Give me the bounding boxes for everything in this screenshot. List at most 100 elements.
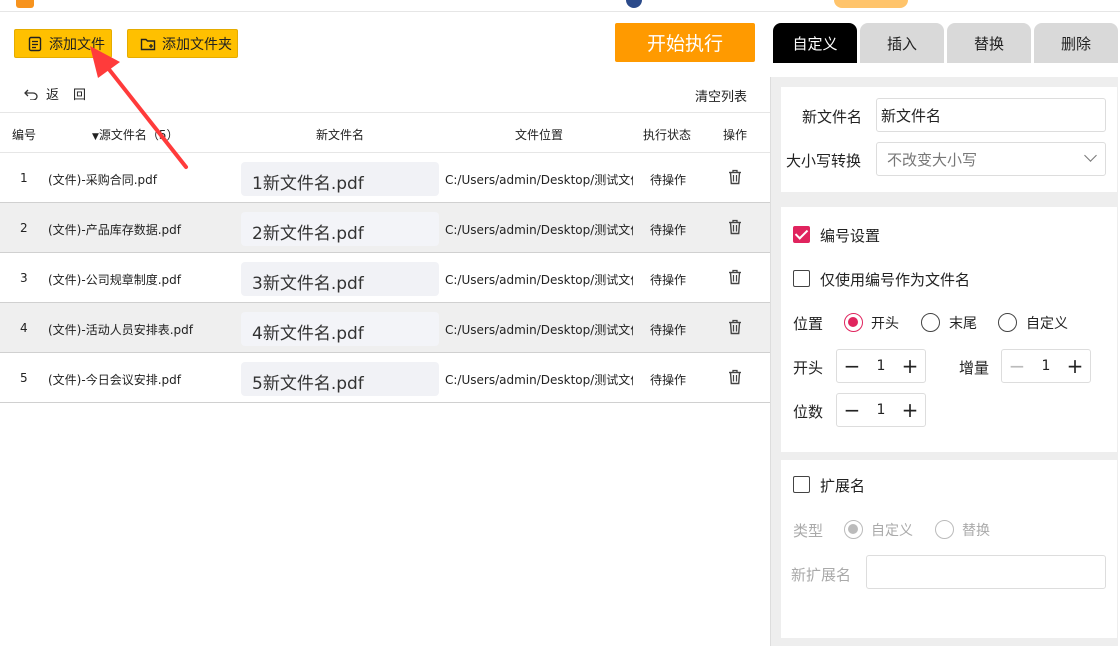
table-row[interactable]: 4 (文件)-活动人员安排表.pdf 4新文件名.pdf C:/Users/admin… — [0, 303, 770, 353]
tab-custom[interactable]: 自定义 — [773, 23, 857, 63]
folder-add-icon — [140, 38, 156, 50]
add-file-label: 添加文件 — [49, 36, 105, 53]
position-end-radio[interactable] — [921, 313, 940, 332]
numbering-card: 编号设置 仅使用编号作为文件名 位置 开头 末尾 自定义 开头 − 1 + 增量… — [781, 207, 1117, 452]
file-location: C:/Users/admin/Desktop/测试文件 — [445, 223, 633, 237]
extension-card: 扩展名 类型 自定义 替换 新扩展名 — [781, 460, 1117, 638]
table-row[interactable]: 1 (文件)-采购合同.pdf 1新文件名.pdf C:/Users/admin/De… — [0, 153, 770, 203]
increment-label: 增量 — [959, 359, 990, 377]
file-table: 编号 ▼源文件名（5） 新文件名 文件位置 执行状态 操作 1 (文件)-采购合同… — [0, 112, 770, 403]
name-card: 新文件名 新文件名 大小写转换 不改变大小写 — [781, 87, 1117, 192]
increment-stepper[interactable]: − 1 + — [1001, 349, 1091, 383]
add-folder-label: 添加文件夹 — [162, 36, 232, 53]
numbering-label: 编号设置 — [820, 227, 881, 245]
numbering-checkbox[interactable] — [793, 226, 810, 243]
source-filename: (文件)-产品库存数据.pdf — [48, 223, 181, 237]
new-filename[interactable]: 5新文件名.pdf — [241, 362, 439, 396]
status-text: 待操作 — [650, 323, 687, 337]
extension-checkbox[interactable] — [793, 476, 810, 493]
plus-icon[interactable]: + — [1060, 356, 1090, 376]
status-text: 待操作 — [650, 373, 687, 387]
new-filename[interactable]: 1新文件名.pdf — [241, 162, 439, 196]
sort-down-icon: ▼ — [92, 132, 99, 142]
add-folder-button[interactable]: 添加文件夹 — [127, 29, 238, 58]
table-row[interactable]: 5 (文件)-今日会议安排.pdf 5新文件名.pdf C:/Users/admin/… — [0, 353, 770, 403]
title-bar — [0, 0, 1120, 12]
new-filename[interactable]: 4新文件名.pdf — [241, 312, 439, 346]
minus-icon[interactable]: − — [1002, 356, 1032, 376]
position-label: 位置 — [793, 315, 824, 333]
file-location: C:/Users/admin/Desktop/测试文件 — [445, 273, 633, 287]
minus-icon[interactable]: − — [837, 356, 867, 376]
position-start-radio[interactable] — [844, 313, 863, 332]
new-name-label: 新文件名 — [802, 108, 863, 126]
back-label: 返回 — [46, 88, 101, 103]
new-ext-input[interactable] — [866, 555, 1106, 589]
header-op: 操作 — [723, 128, 748, 142]
start-stepper[interactable]: − 1 + — [836, 349, 926, 383]
case-select[interactable]: 不改变大小写 — [876, 142, 1106, 176]
mode-tabs: 自定义 插入 替换 删除 — [773, 23, 1118, 63]
header-status: 执行状态 — [643, 128, 692, 142]
table-row[interactable]: 3 (文件)-公司规章制度.pdf 3新文件名.pdf C:/Users/admin/… — [0, 253, 770, 303]
plus-icon[interactable]: + — [895, 356, 925, 376]
file-list-icon — [28, 36, 42, 51]
digits-stepper[interactable]: − 1 + — [836, 393, 926, 427]
clear-list-button[interactable]: 清空列表 — [695, 86, 747, 105]
type-label: 类型 — [793, 522, 824, 540]
back-button[interactable]: 返回 — [24, 84, 100, 103]
position-custom-label: 自定义 — [1026, 316, 1068, 332]
source-filename: (文件)-采购合同.pdf — [48, 173, 157, 187]
source-filename: (文件)-活动人员安排表.pdf — [48, 323, 193, 337]
vip-badge[interactable] — [834, 0, 908, 8]
trash-icon[interactable] — [728, 369, 742, 385]
start-button[interactable]: 开始执行 — [615, 23, 755, 62]
trash-icon[interactable] — [728, 319, 742, 335]
status-text: 待操作 — [650, 173, 687, 187]
only-number-label: 仅使用编号作为文件名 — [820, 271, 971, 289]
status-text: 待操作 — [650, 273, 687, 287]
position-custom-radio[interactable] — [998, 313, 1017, 332]
table-body: 1 (文件)-采购合同.pdf 1新文件名.pdf C:/Users/admin/De… — [0, 153, 770, 403]
globe-icon[interactable] — [626, 0, 642, 8]
type-replace-label: 替换 — [962, 523, 990, 539]
row-number: 4 — [20, 321, 28, 335]
file-location: C:/Users/admin/Desktop/测试文件 — [445, 173, 633, 187]
start-value: 1 — [876, 358, 886, 374]
start-label: 开头 — [793, 359, 824, 377]
increment-value: 1 — [1041, 358, 1051, 374]
type-custom-radio[interactable] — [844, 520, 863, 539]
settings-panel: 新文件名 新文件名 大小写转换 不改变大小写 编号设置 仅使用编号作为文件名 位… — [770, 77, 1118, 646]
chevron-down-icon — [1084, 149, 1097, 162]
table-header: 编号 ▼源文件名（5） 新文件名 文件位置 执行状态 操作 — [0, 112, 770, 153]
tab-insert[interactable]: 插入 — [860, 23, 944, 63]
position-end-label: 末尾 — [949, 316, 977, 332]
header-src[interactable]: ▼源文件名（5） — [92, 126, 179, 143]
tab-replace[interactable]: 替换 — [947, 23, 1031, 63]
trash-icon[interactable] — [728, 219, 742, 235]
row-number: 5 — [20, 371, 28, 385]
minus-icon[interactable]: − — [837, 400, 867, 420]
trash-icon[interactable] — [728, 169, 742, 185]
row-number: 1 — [20, 171, 28, 185]
case-select-value: 不改变大小写 — [887, 151, 978, 169]
undo-icon — [24, 89, 38, 100]
header-loc: 文件位置 — [515, 128, 564, 142]
plus-icon[interactable]: + — [895, 400, 925, 420]
type-custom-label: 自定义 — [871, 523, 913, 539]
header-new: 新文件名 — [316, 128, 365, 142]
trash-icon[interactable] — [728, 269, 742, 285]
new-filename[interactable]: 2新文件名.pdf — [241, 212, 439, 246]
app-logo — [16, 0, 34, 8]
new-name-input[interactable]: 新文件名 — [876, 98, 1106, 132]
row-number: 2 — [20, 221, 28, 235]
only-number-checkbox[interactable] — [793, 270, 810, 287]
tab-delete[interactable]: 删除 — [1034, 23, 1118, 63]
table-row[interactable]: 2 (文件)-产品库存数据.pdf 2新文件名.pdf C:/Users/admin/… — [0, 203, 770, 253]
file-location: C:/Users/admin/Desktop/测试文件 — [445, 373, 633, 387]
add-file-button[interactable]: 添加文件 — [14, 29, 112, 58]
header-num: 编号 — [12, 128, 37, 142]
status-text: 待操作 — [650, 223, 687, 237]
new-filename[interactable]: 3新文件名.pdf — [241, 262, 439, 296]
type-replace-radio[interactable] — [935, 520, 954, 539]
